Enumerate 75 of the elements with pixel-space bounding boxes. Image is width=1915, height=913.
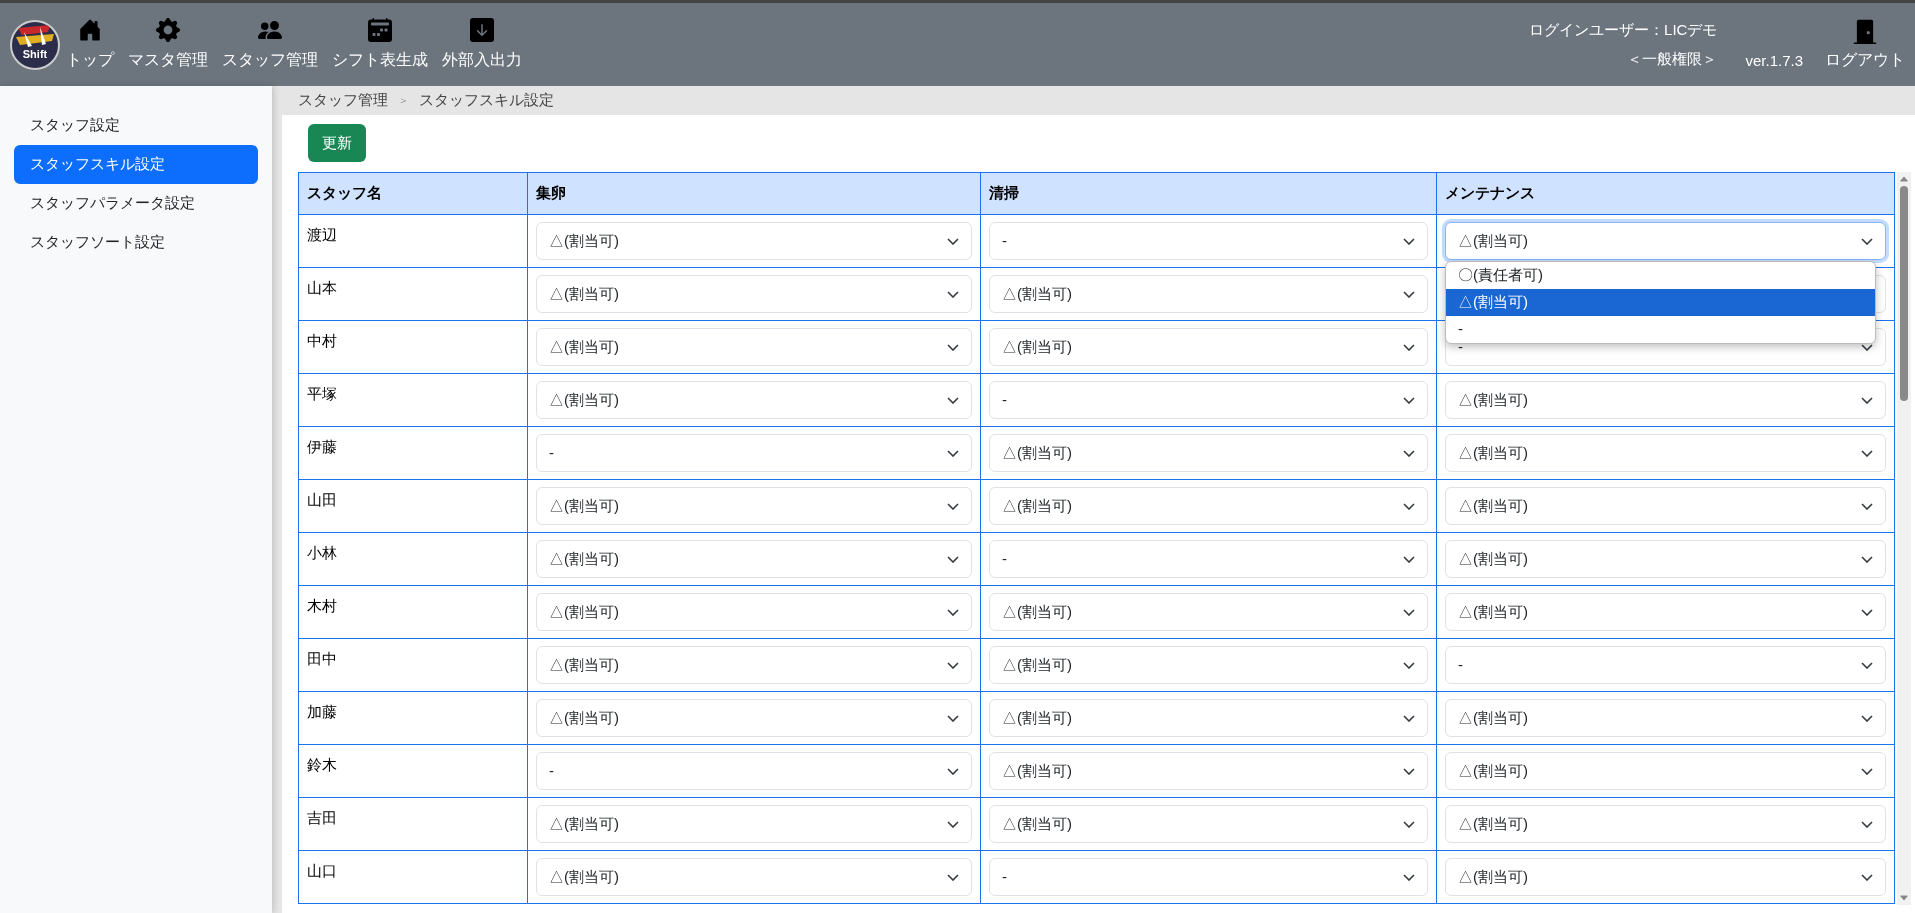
skill-select[interactable]: △(割当可): [989, 275, 1428, 313]
skill-select[interactable]: △(割当可): [536, 858, 972, 896]
nav-link[interactable]: トップ: [64, 17, 116, 72]
skill-select[interactable]: △(割当可): [536, 593, 972, 631]
column-header: 清掃: [980, 172, 1437, 215]
skill-select[interactable]: -: [989, 858, 1428, 896]
nav-link[interactable]: シフト表生成: [330, 17, 430, 72]
skill-select[interactable]: -: [989, 222, 1428, 260]
staff-name-cell: 山田: [298, 479, 528, 533]
version: ver.1.7.3: [1745, 50, 1803, 71]
skill-select[interactable]: △(割当可): [1445, 805, 1886, 843]
skill-select[interactable]: -: [989, 381, 1428, 419]
skill-select[interactable]: △(割当可): [1445, 434, 1886, 472]
logo[interactable]: Shift: [10, 19, 60, 70]
skill-select[interactable]: △(割当可): [1445, 858, 1886, 896]
breadcrumb-item: ＞: [398, 93, 409, 109]
column-header: スタッフ名: [298, 172, 528, 215]
sidebar-item[interactable]: スタッフソート設定: [14, 223, 258, 262]
skill-select[interactable]: △(割当可): [989, 593, 1428, 631]
skill-select[interactable]: △(割当可): [536, 646, 972, 684]
nav-link[interactable]: 外部入出力: [440, 17, 524, 72]
skill-select[interactable]: △(割当可): [989, 487, 1428, 525]
staff-name-cell: 吉田: [298, 797, 528, 851]
skill-select[interactable]: △(割当可): [989, 328, 1428, 366]
skill-select[interactable]: △(割当可): [989, 805, 1428, 843]
skill-select[interactable]: △(割当可): [989, 699, 1428, 737]
user-role: ＜一般権限＞: [1627, 48, 1718, 69]
breadcrumb-item: スタッフ管理: [298, 90, 388, 111]
sidebar-item[interactable]: スタッフパラメータ設定: [14, 184, 258, 223]
nav-link[interactable]: マスタ管理: [126, 17, 210, 72]
skill-select[interactable]: △(割当可): [1445, 540, 1886, 578]
logout-link[interactable]: ログアウト: [1825, 17, 1905, 72]
staff-name-cell: 木村: [298, 585, 528, 639]
nav-link[interactable]: スタッフ管理: [220, 17, 320, 72]
column-header: 集卵: [527, 172, 981, 215]
skill-select[interactable]: △(割当可): [989, 752, 1428, 790]
staff-name-cell: 山口: [298, 850, 528, 904]
staff-name-cell: 山本: [298, 267, 528, 321]
staff-name-cell: 小林: [298, 532, 528, 586]
skill-select[interactable]: △(割当可): [536, 805, 972, 843]
staff-name-cell: 加藤: [298, 691, 528, 745]
login-user: ログインユーザー：LICデモ: [1529, 20, 1718, 40]
skill-select[interactable]: △(割当可): [1445, 699, 1886, 737]
skill-select[interactable]: -: [536, 434, 972, 472]
staff-name-cell: 田中: [298, 638, 528, 692]
skill-select[interactable]: △(割当可): [1445, 222, 1886, 260]
skill-select[interactable]: -: [989, 540, 1428, 578]
skill-select[interactable]: △(割当可): [536, 381, 972, 419]
staff-name-cell: 鈴木: [298, 744, 528, 798]
skill-select[interactable]: -: [536, 752, 972, 790]
skill-select[interactable]: △(割当可): [1445, 593, 1886, 631]
breadcrumb-item: スタッフスキル設定: [419, 90, 554, 111]
staff-name-cell: 渡辺: [298, 214, 528, 268]
skill-select[interactable]: △(割当可): [536, 222, 972, 260]
sidebar-item[interactable]: スタッフスキル設定: [14, 145, 258, 184]
dropdown-option[interactable]: △(割当可): [1446, 289, 1875, 316]
skill-select[interactable]: △(割当可): [536, 540, 972, 578]
skill-select[interactable]: △(割当可): [989, 434, 1428, 472]
staff-name-cell: 伊藤: [298, 426, 528, 480]
skill-select[interactable]: △(割当可): [536, 487, 972, 525]
skill-select[interactable]: △(割当可): [1445, 381, 1886, 419]
staff-name-cell: 中村: [298, 320, 528, 374]
skill-select[interactable]: △(割当可): [1445, 487, 1886, 525]
sidebar-item[interactable]: スタッフ設定: [14, 106, 258, 145]
skill-select[interactable]: △(割当可): [536, 699, 972, 737]
skill-select[interactable]: -: [1445, 646, 1886, 684]
skill-select[interactable]: △(割当可): [536, 275, 972, 313]
skill-select[interactable]: △(割当可): [989, 646, 1428, 684]
skill-select[interactable]: △(割当可): [536, 328, 972, 366]
staff-name-cell: 平塚: [298, 373, 528, 427]
update-button[interactable]: 更新: [308, 124, 366, 162]
column-header: メンテナンス: [1436, 172, 1895, 215]
logo-text: Shift: [22, 48, 48, 60]
skill-select[interactable]: △(割当可): [1445, 752, 1886, 790]
dropdown-option[interactable]: 〇(責任者可): [1446, 262, 1875, 289]
